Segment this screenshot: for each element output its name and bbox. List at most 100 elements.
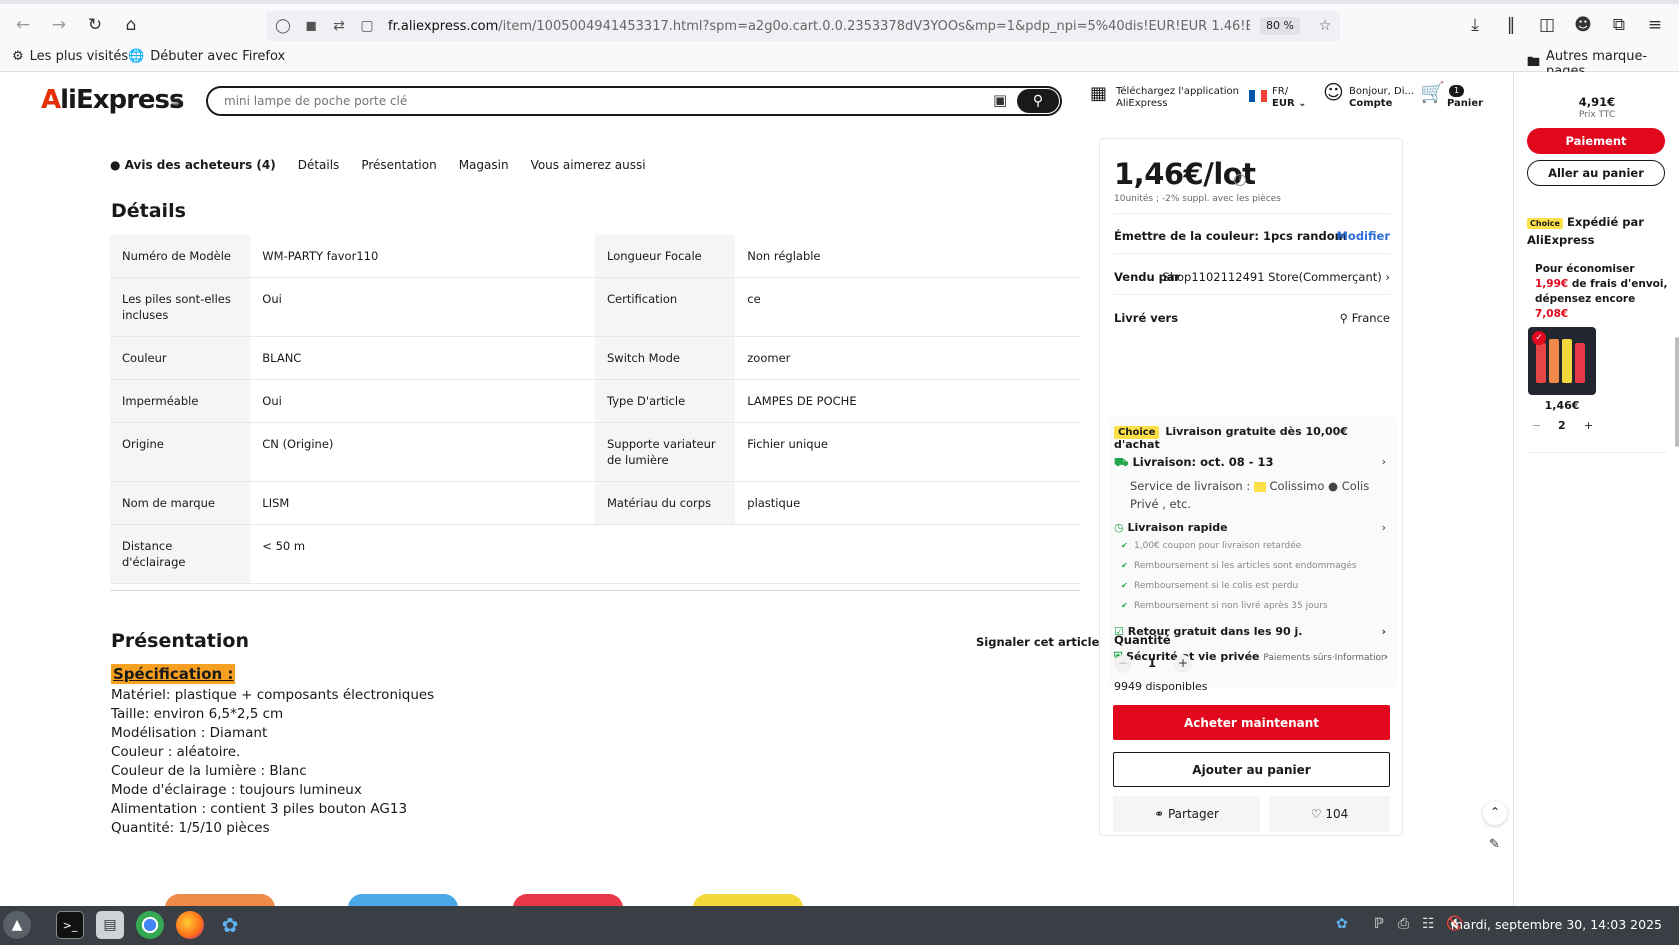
modify-link[interactable]: Modifier bbox=[1336, 229, 1390, 243]
details-key bbox=[594, 524, 736, 584]
app-icon[interactable]: ✿ bbox=[216, 911, 244, 939]
tab-reviews[interactable]: ● Avis des acheteurs (4) bbox=[110, 158, 276, 172]
specification-line: Matériel: plastique + composants électro… bbox=[111, 687, 435, 703]
permissions-icon[interactable]: ⇄ bbox=[328, 15, 350, 37]
decrease-quantity-button[interactable]: − bbox=[1532, 419, 1541, 432]
menu-icon[interactable]: ≡ bbox=[1642, 12, 1668, 38]
tab-store[interactable]: Magasin bbox=[459, 158, 509, 172]
image-search-icon[interactable]: ▣ bbox=[993, 91, 1007, 109]
no-camera-icon[interactable]: ▢ bbox=[356, 15, 378, 37]
downloads-icon[interactable]: ⤓ bbox=[1462, 12, 1488, 38]
delivery-row[interactable]: ⛟ Livraison: oct. 08 - 13 Service de liv… bbox=[1114, 455, 1386, 513]
account-icon[interactable]: ☻ bbox=[1570, 12, 1596, 38]
details-key: Longueur Focale bbox=[594, 235, 736, 278]
go-to-cart-button[interactable]: Aller au panier bbox=[1527, 160, 1665, 186]
reload-button[interactable]: ↻ bbox=[82, 12, 108, 38]
report-item-link[interactable]: Signaler cet article bbox=[976, 635, 1099, 649]
details-row: Numéro de Modèle WM-PARTY favor110 Longueu… bbox=[110, 235, 1080, 278]
category-menu-icon[interactable]: ≡ bbox=[170, 94, 182, 110]
globe-icon: 🌐 bbox=[128, 49, 145, 64]
app-tray-icon[interactable]: ✿ bbox=[1336, 916, 1348, 932]
network-icon[interactable]: ☷ bbox=[1422, 916, 1435, 932]
guarantee-item: 1,00€ coupon pour livraison retardée bbox=[1114, 536, 1384, 556]
bookmark-most-visited[interactable]: ⚙ Les plus visités bbox=[12, 49, 128, 64]
specification-line: Taille: environ 6,5*2,5 cm bbox=[111, 706, 284, 722]
chevron-right-icon[interactable]: › bbox=[1384, 650, 1388, 663]
shield-icon[interactable]: ◯ bbox=[272, 15, 294, 37]
url-bar[interactable]: ◯ ◼ ⇄ ▢ fr.aliexpress.com/item/100500494… bbox=[266, 11, 1340, 41]
ship-to-row[interactable]: Livré vers ⚲ France bbox=[1114, 311, 1390, 325]
cart-item-quantity[interactable]: 2 bbox=[1558, 419, 1566, 432]
bookmark-star-icon[interactable]: ☆ bbox=[1314, 15, 1336, 37]
bluetooth-icon[interactable]: ℙ bbox=[1374, 916, 1384, 932]
details-value: CN (Origine) bbox=[250, 422, 595, 482]
cart-count-badge: 1 bbox=[1449, 85, 1465, 97]
unit-note: 10unités ; -2% suppl. avec les pièces bbox=[1114, 194, 1281, 204]
details-value: < 50 m bbox=[250, 524, 595, 584]
lock-icon[interactable]: ◼ bbox=[300, 15, 322, 37]
wishlist-button[interactable]: ♡ 104 bbox=[1269, 796, 1390, 832]
account-menu[interactable]: ☺ Bonjour, Di... Compte bbox=[1323, 82, 1414, 110]
aliexpress-logo[interactable]: AliExpress bbox=[41, 85, 185, 115]
product-image-blue bbox=[348, 894, 458, 906]
details-value: zoomer bbox=[735, 336, 1080, 380]
rail-scrollbar[interactable] bbox=[1675, 337, 1679, 447]
payment-button[interactable]: Paiement bbox=[1527, 128, 1665, 154]
checkmark-icon[interactable]: ✓ bbox=[1532, 331, 1546, 345]
printer-icon[interactable]: ⎙ bbox=[1398, 916, 1409, 932]
sidebar-icon[interactable]: ◫ bbox=[1534, 12, 1560, 38]
terminal-icon[interactable]: >_ bbox=[56, 911, 84, 939]
seller-row[interactable]: Vendu par Shop1102112491 Store(Commerçan… bbox=[1114, 270, 1390, 284]
choice-badge: Choice bbox=[1527, 218, 1563, 229]
zoom-level[interactable]: 80 % bbox=[1260, 17, 1300, 35]
forward-button[interactable]: → bbox=[46, 12, 72, 38]
share-button[interactable]: ⚭ Partager bbox=[1113, 796, 1260, 832]
scroll-to-top-button[interactable]: ⌃ bbox=[1483, 801, 1507, 825]
add-to-cart-button[interactable]: Ajouter au panier bbox=[1113, 752, 1390, 787]
quantity-value[interactable]: 1 bbox=[1148, 656, 1156, 670]
url-text[interactable]: fr.aliexpress.com/item/1005004941453317.… bbox=[388, 19, 1250, 34]
specification-line: Modélisation : Diamant bbox=[111, 725, 268, 741]
details-key: Les piles sont-elles incluses bbox=[110, 277, 251, 337]
buy-now-button[interactable]: Acheter maintenant bbox=[1113, 705, 1390, 740]
library-icon[interactable]: ‖ bbox=[1498, 12, 1524, 38]
locale-selector[interactable]: FR/ EUR ⌄ bbox=[1249, 86, 1307, 110]
file-manager-icon[interactable]: ▤ bbox=[96, 911, 124, 939]
download-app-link[interactable]: ▦ Téléchargez l'application AliExpress bbox=[1090, 85, 1239, 110]
system-clock[interactable]: mardi, septembre 30, 14:03 2025 bbox=[1451, 917, 1662, 932]
feedback-edit-icon[interactable]: ✎ bbox=[1489, 837, 1500, 852]
increase-quantity-button[interactable]: + bbox=[1174, 655, 1192, 673]
details-key: Switch Mode bbox=[594, 336, 736, 380]
bookmark-getting-started[interactable]: 🌐 Débuter avec Firefox bbox=[128, 49, 285, 64]
details-key: Nom de marque bbox=[110, 481, 251, 525]
buy-box: 1,46€/lot i 10unités ; -2% suppl. avec l… bbox=[1099, 138, 1403, 836]
tab-recommendations[interactable]: Vous aimerez aussi bbox=[531, 158, 646, 172]
france-flag-icon bbox=[1249, 90, 1267, 102]
extensions-icon[interactable]: ⧉ bbox=[1606, 12, 1632, 38]
truck-icon: ⛟ bbox=[1114, 455, 1129, 469]
specification-line: Mode d'éclairage : toujours lumineux bbox=[111, 782, 362, 798]
details-value: Non réglable bbox=[735, 235, 1080, 278]
info-icon[interactable]: i bbox=[1234, 174, 1246, 186]
cart-item-thumbnail[interactable]: ✓ bbox=[1528, 327, 1596, 395]
fast-delivery-row[interactable]: ◷ Livraison rapide › 1,00€ coupon pour l… bbox=[1114, 521, 1386, 616]
decrease-quantity-button[interactable]: − bbox=[1114, 655, 1132, 673]
details-key: Supporte variateur de lumière bbox=[594, 422, 736, 482]
guarantee-item: Remboursement si le colis est perdu bbox=[1114, 576, 1384, 596]
search-button[interactable]: ⚲ bbox=[1017, 89, 1059, 113]
search-input[interactable] bbox=[224, 92, 974, 110]
tab-details[interactable]: Détails bbox=[298, 158, 340, 172]
back-button[interactable]: ← bbox=[10, 12, 36, 38]
product-image-orange bbox=[165, 894, 275, 906]
home-button[interactable]: ⌂ bbox=[118, 12, 144, 38]
increase-quantity-button[interactable]: + bbox=[1584, 419, 1593, 432]
details-value: Fichier unique bbox=[735, 422, 1080, 482]
tab-presentation[interactable]: Présentation bbox=[361, 158, 436, 172]
details-value bbox=[735, 524, 1080, 584]
firefox-icon[interactable] bbox=[176, 911, 204, 939]
cart-link[interactable]: 🛒 1 Panier bbox=[1420, 82, 1483, 110]
chrome-icon[interactable] bbox=[136, 911, 164, 939]
details-value: LISM bbox=[250, 481, 595, 525]
details-row: Origine CN (Origine) Supporte variateur de… bbox=[110, 422, 1080, 482]
start-menu-icon[interactable]: ▲ bbox=[3, 911, 31, 939]
